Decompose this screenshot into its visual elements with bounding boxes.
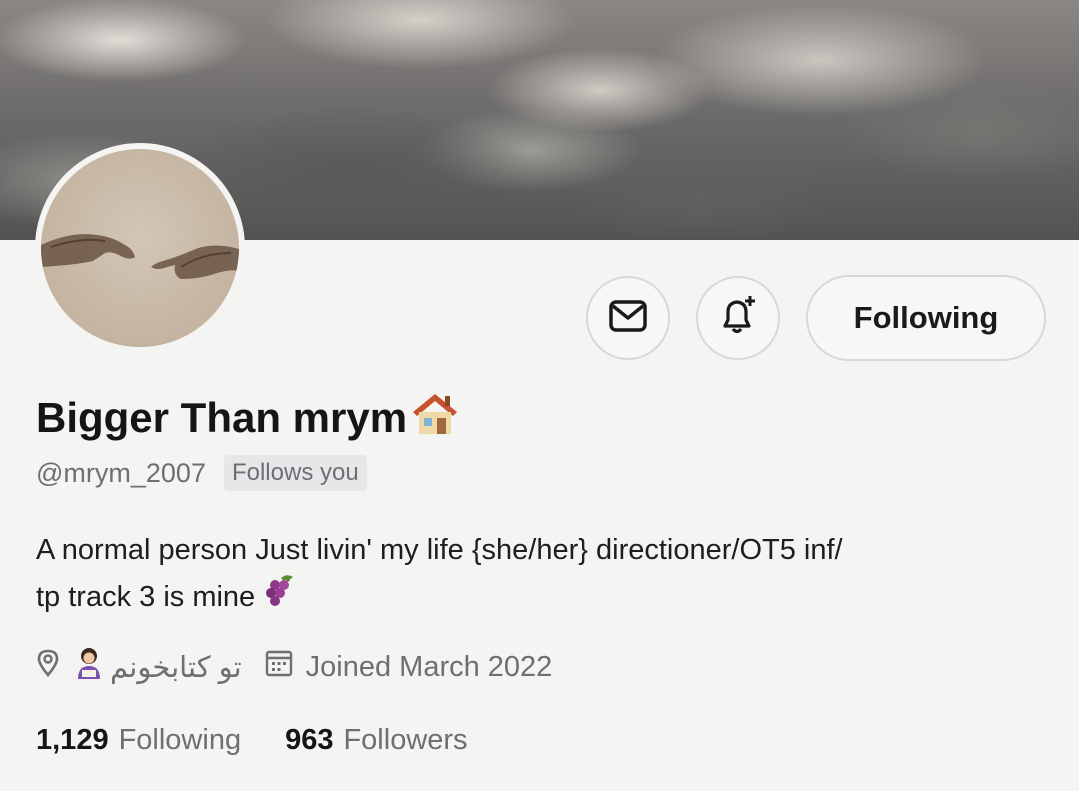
house-emoji-icon [409, 390, 461, 446]
bio-line-2: tp track 3 is mine [36, 573, 1056, 621]
envelope-icon [608, 299, 648, 338]
profile-meta: تو کتابخونم Joined March 2022 [36, 646, 552, 688]
bell-plus-icon [716, 294, 760, 343]
joined-text: Joined March 2022 [305, 650, 553, 683]
reading-person-emoji-icon [74, 646, 104, 688]
follow-stats: 1,129 Following 963 Followers [36, 724, 512, 757]
bio-line-2-text: tp track 3 is mine [36, 581, 256, 613]
notifications-button[interactable] [696, 276, 780, 360]
handle-row: @mrym_2007 Follows you [36, 455, 367, 491]
following-label: Following [118, 724, 242, 756]
display-name-text: Bigger Than mrym [36, 394, 408, 441]
message-button[interactable] [586, 276, 670, 360]
followers-label: Followers [343, 724, 468, 756]
grapes-emoji-icon [263, 573, 295, 621]
location-text: تو کتابخونم [110, 651, 242, 684]
followers-stat-link[interactable]: 963 Followers [285, 724, 467, 757]
following-button[interactable]: Following [806, 275, 1046, 361]
bio: A normal person Just livin' my life {she… [36, 527, 1056, 621]
follows-you-badge: Follows you [223, 455, 367, 491]
calendar-icon [264, 648, 294, 686]
location-pin-icon [36, 649, 60, 685]
followers-count: 963 [285, 724, 334, 756]
avatar-image [41, 149, 239, 347]
following-stat-link[interactable]: 1,129 Following [36, 724, 241, 757]
following-count: 1,129 [36, 724, 109, 756]
bio-line-1: A normal person Just livin' my life {she… [36, 534, 843, 566]
avatar[interactable] [35, 143, 245, 353]
joined-date: Joined March 2022 [264, 648, 553, 686]
location: تو کتابخونم [36, 646, 242, 688]
handle: @mrym_2007 [36, 457, 206, 488]
display-name: Bigger Than mrym [36, 390, 461, 446]
